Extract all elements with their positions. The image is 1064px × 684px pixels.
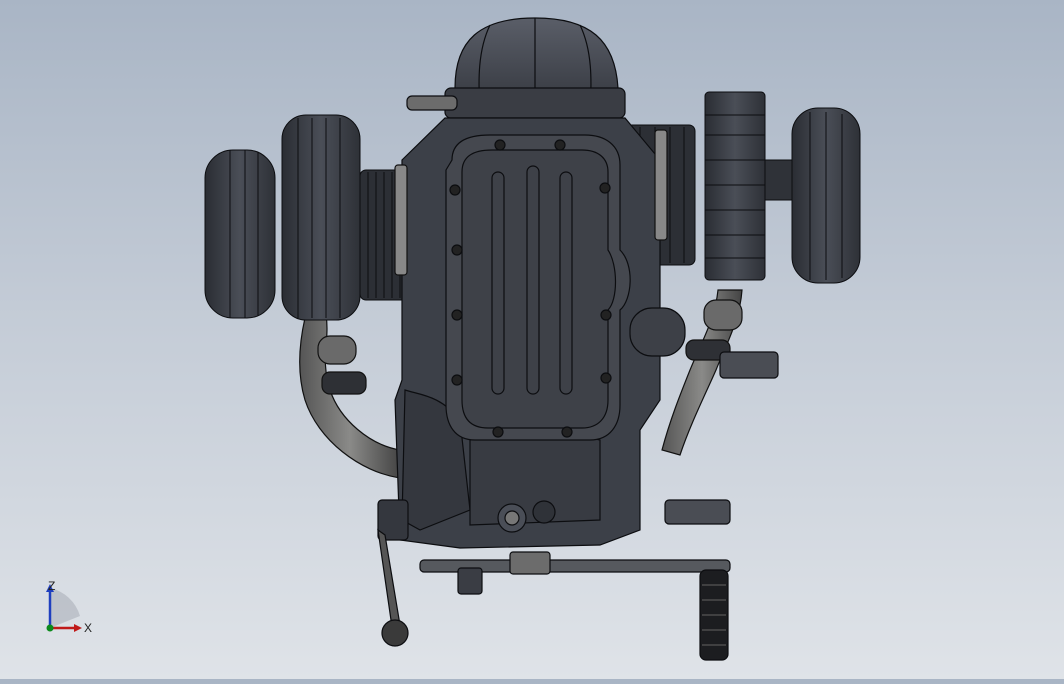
left-cylinder bbox=[204, 114, 409, 321]
z-axis-label: Z bbox=[48, 579, 55, 593]
axis-triad: Z X bbox=[46, 579, 92, 635]
origin-dot bbox=[46, 624, 54, 632]
x-axis-arrow bbox=[74, 624, 82, 632]
exhaust-pipe-left bbox=[299, 314, 401, 479]
engine-model[interactable] bbox=[0, 0, 1064, 679]
cad-viewport[interactable]: Z X bbox=[0, 0, 1064, 679]
triad-plane bbox=[50, 588, 80, 628]
crankcase bbox=[394, 117, 686, 549]
x-axis-label: X bbox=[84, 621, 92, 635]
air-filter-dome bbox=[406, 17, 626, 119]
